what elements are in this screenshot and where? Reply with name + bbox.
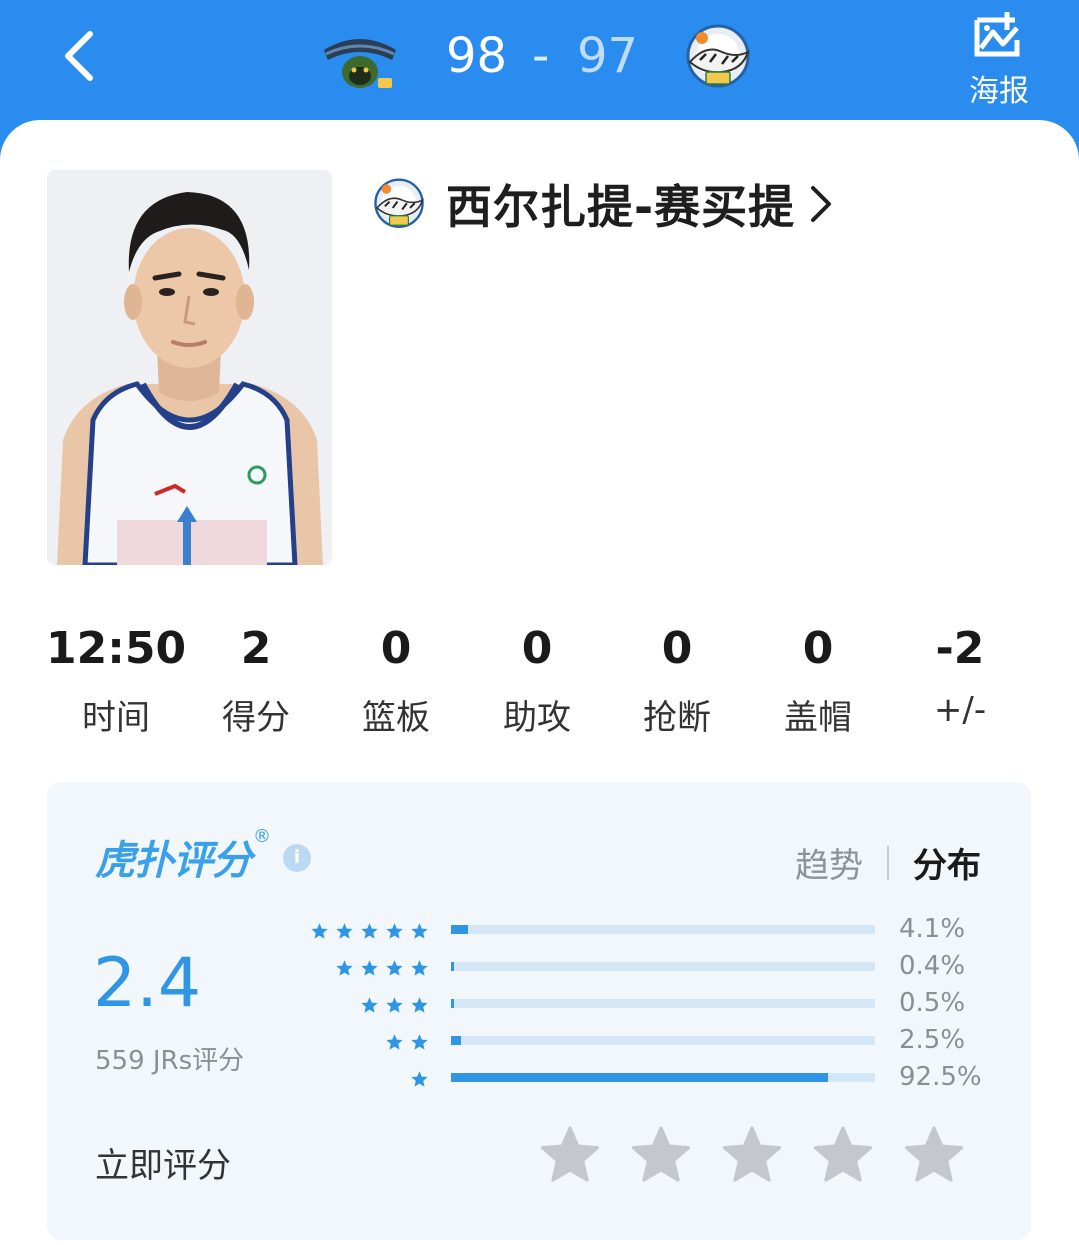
stat-label: 助攻 [503,698,571,738]
distribution-row-2-star: 2.5% [305,1025,995,1055]
rating-panel: 虎扑评分 ® i 趋势 分布 2.4 559 JRs评分 4.1% 0.4% 0.5… [47,782,1031,1240]
star-icon [336,923,353,939]
player-headshot [47,170,332,565]
home-score: 98 [446,28,508,84]
star-icon [361,997,378,1013]
home-team-logo[interactable] [318,24,402,94]
distribution-percent: 0.5% [899,988,966,1018]
star-icon [411,923,428,939]
player-photo [47,170,332,565]
distribution-row-3-star: 0.5% [305,988,995,1018]
stat-rebounds: 0 篮板 [326,618,466,739]
distribution-percent: 0.4% [899,951,966,981]
star-icon [361,923,378,939]
rate-star-1-icon[interactable] [537,1124,603,1188]
stat-value: 12:50 [46,623,187,674]
distribution-percent: 4.1% [899,914,966,944]
stat-label: 时间 [82,698,150,738]
tab-trend[interactable]: 趋势 [795,838,863,887]
registered-mark: ® [253,826,271,847]
distribution-bar-fill [451,925,468,934]
rate-stars [537,1124,992,1188]
star-icon [311,923,328,939]
distribution-bar-track [451,999,875,1008]
back-button[interactable] [58,28,108,84]
stat-label: 得分 [222,698,290,738]
stat-label: +/- [933,690,987,730]
rate-star-4-icon[interactable] [810,1124,876,1188]
star-icon [386,960,403,976]
score-separator: - [532,28,550,84]
away-team-logo[interactable] [676,22,760,92]
stat-label: 抢断 [643,698,711,738]
star-icon [386,923,403,939]
star-icon [411,1034,428,1050]
rating-brand: 虎扑评分 ® i [95,826,311,886]
distribution-bar-track [451,925,875,934]
average-rating: 2.4 [93,944,202,1023]
stat-value: -2 [935,623,985,674]
distribution-bar-fill [451,1036,461,1045]
stats-row: 12:50 时间 2 得分 0 篮板 0 助攻 0 抢断 0 盖帽 -2 +/- [46,618,1030,738]
distribution-row-4-star: 0.4% [305,951,995,981]
info-icon[interactable]: i [283,844,311,872]
star-icon [411,960,428,976]
distribution-percent: 2.5% [899,1025,966,1055]
stat-value: 0 [661,623,693,674]
stat-blocks: 0 盖帽 [748,618,888,739]
image-icon [974,12,1020,57]
stat-value: 0 [380,623,412,674]
player-name: 西尔扎提-赛买提 [446,180,796,234]
rate-now-label: 立即评分 [95,1146,231,1186]
rate-star-3-icon[interactable] [719,1124,785,1188]
tab-divider [887,845,889,880]
player-name-link[interactable]: 西尔扎提-赛买提 [366,172,833,236]
chevron-left-icon [65,31,93,81]
stat-value: 0 [802,623,834,674]
distribution-row-5-star: 4.1% [304,914,995,944]
distribution-bar-fill [451,1073,828,1082]
star-icon [361,960,378,976]
distribution-stars [379,1031,429,1055]
distribution-bar-track [451,1036,875,1045]
distribution-bar-track [451,1073,875,1082]
xinjiang-tigers-logo [686,24,750,88]
stat-steals: 0 抢断 [607,618,747,739]
rate-star-5-icon[interactable] [901,1124,967,1188]
distribution-bar-fill [451,962,454,971]
star-icon [411,1071,428,1087]
rating-tabs: 趋势 分布 [795,838,981,887]
distribution-stars [304,920,429,944]
distribution-percent: 92.5% [899,1062,982,1092]
star-icon [386,1034,403,1050]
stat-points: 2 得分 [186,618,326,739]
stat-value: 0 [521,623,553,674]
xinjiang-tigers-logo [374,178,424,228]
player-card: 西尔扎提-赛买提 12:50 时间 2 得分 0 篮板 0 助攻 0 抢断 0 … [0,120,1079,1245]
stat-value: 2 [240,623,272,674]
distribution-bar-track [451,962,875,971]
monkey-kings-logo [324,39,396,88]
stat-plus-minus: -2 +/- [890,618,1030,730]
poster-label: 海报 [969,74,1029,109]
rating-count: 559 JRs评分 [95,1046,245,1076]
distribution-stars [329,957,429,981]
away-score: 97 [577,28,639,84]
stat-assists: 0 助攻 [467,618,607,739]
stat-label: 篮板 [362,698,430,738]
tab-distribution[interactable]: 分布 [913,838,981,887]
poster-button[interactable]: 海报 [962,8,1036,109]
distribution-row-1-star: 92.5% [305,1062,995,1092]
distribution-bar-fill [451,999,454,1008]
brand-logo-text: 虎扑评分 [95,838,252,884]
stat-minutes: 12:50 时间 [46,618,186,739]
chevron-right-icon [811,186,832,222]
stat-label: 盖帽 [784,698,852,738]
distribution-stars [354,994,429,1018]
star-icon [386,997,403,1013]
rate-star-2-icon[interactable] [628,1124,694,1188]
distribution-stars [404,1068,429,1092]
star-icon [411,997,428,1013]
star-icon [336,960,353,976]
